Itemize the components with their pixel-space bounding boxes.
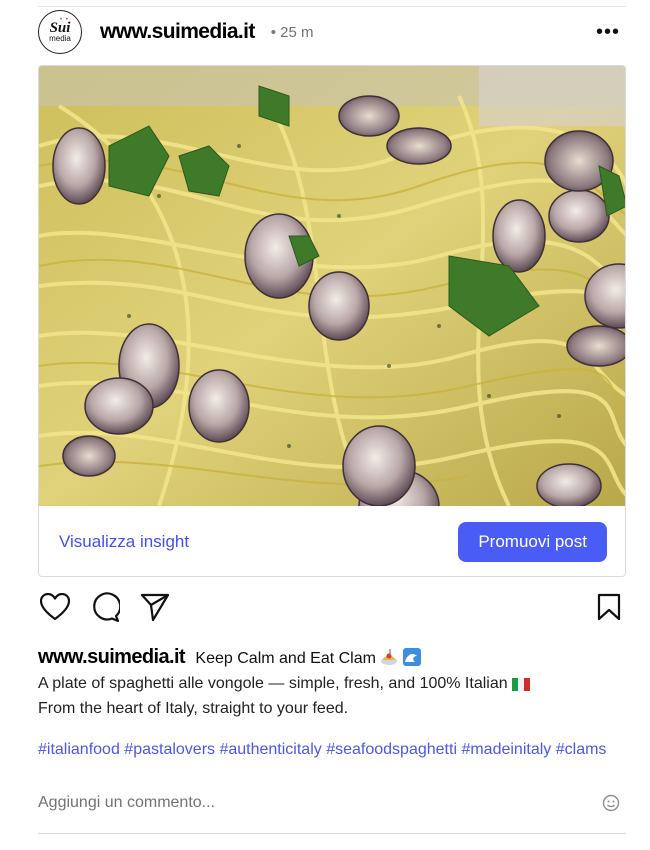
post-actions bbox=[38, 590, 626, 624]
heart-icon[interactable] bbox=[38, 590, 72, 624]
caption-line-2: From the heart of Italy, straight to you… bbox=[38, 700, 349, 717]
post-username[interactable]: www.suimedia.it bbox=[100, 20, 255, 44]
caption-title: Keep Calm and Eat Clam bbox=[195, 650, 376, 667]
comment-icon[interactable] bbox=[88, 590, 122, 624]
hashtag[interactable]: #madeinitaly bbox=[461, 741, 551, 758]
top-divider bbox=[38, 6, 626, 7]
avatar-logo-text: Sui bbox=[49, 20, 71, 36]
wave-emoji-icon bbox=[402, 648, 421, 673]
promote-post-button[interactable]: Promuovi post bbox=[458, 522, 607, 562]
smiley-icon[interactable] bbox=[602, 794, 620, 812]
view-insights-link[interactable]: Visualizza insight bbox=[59, 532, 189, 552]
hashtag-list: #italianfood #pastalovers #authenticital… bbox=[38, 739, 618, 761]
avatar[interactable]: • • Sui media bbox=[38, 10, 82, 54]
card-footer: Visualizza insight Promuovi post bbox=[39, 506, 625, 576]
bookmark-icon[interactable] bbox=[592, 590, 626, 624]
hashtag[interactable]: #authenticitaly bbox=[219, 741, 321, 758]
hashtag[interactable]: #pastalovers bbox=[124, 741, 215, 758]
pasta-photo-illustration bbox=[39, 66, 625, 506]
bottom-divider bbox=[38, 833, 626, 834]
hashtag[interactable]: #clams bbox=[556, 741, 607, 758]
more-horizontal-icon[interactable]: ••• bbox=[596, 22, 620, 42]
hashtag[interactable]: #seafoodspaghetti bbox=[326, 741, 457, 758]
avatar-sub-text: media bbox=[49, 34, 71, 43]
comment-row bbox=[38, 790, 626, 816]
post-photo[interactable] bbox=[39, 66, 625, 506]
post-time: • 25 m bbox=[270, 23, 314, 41]
avatar-dots: • • bbox=[60, 17, 69, 23]
share-icon[interactable] bbox=[138, 590, 172, 624]
comment-input[interactable] bbox=[38, 794, 602, 812]
caption-line-1: A plate of spaghetti alle vongole — simp… bbox=[38, 675, 508, 692]
spaghetti-emoji-icon bbox=[380, 648, 398, 673]
hashtag[interactable]: #italianfood bbox=[38, 741, 120, 758]
italy-flag-icon bbox=[512, 676, 531, 698]
caption-username[interactable]: www.suimedia.it bbox=[38, 646, 186, 668]
post-card: Visualizza insight Promuovi post bbox=[38, 65, 626, 577]
post-header: • • Sui media www.suimedia.it • 25 m ••• bbox=[38, 10, 626, 54]
post-caption: www.suimedia.it Keep Calm and Eat Clam A… bbox=[38, 646, 628, 720]
